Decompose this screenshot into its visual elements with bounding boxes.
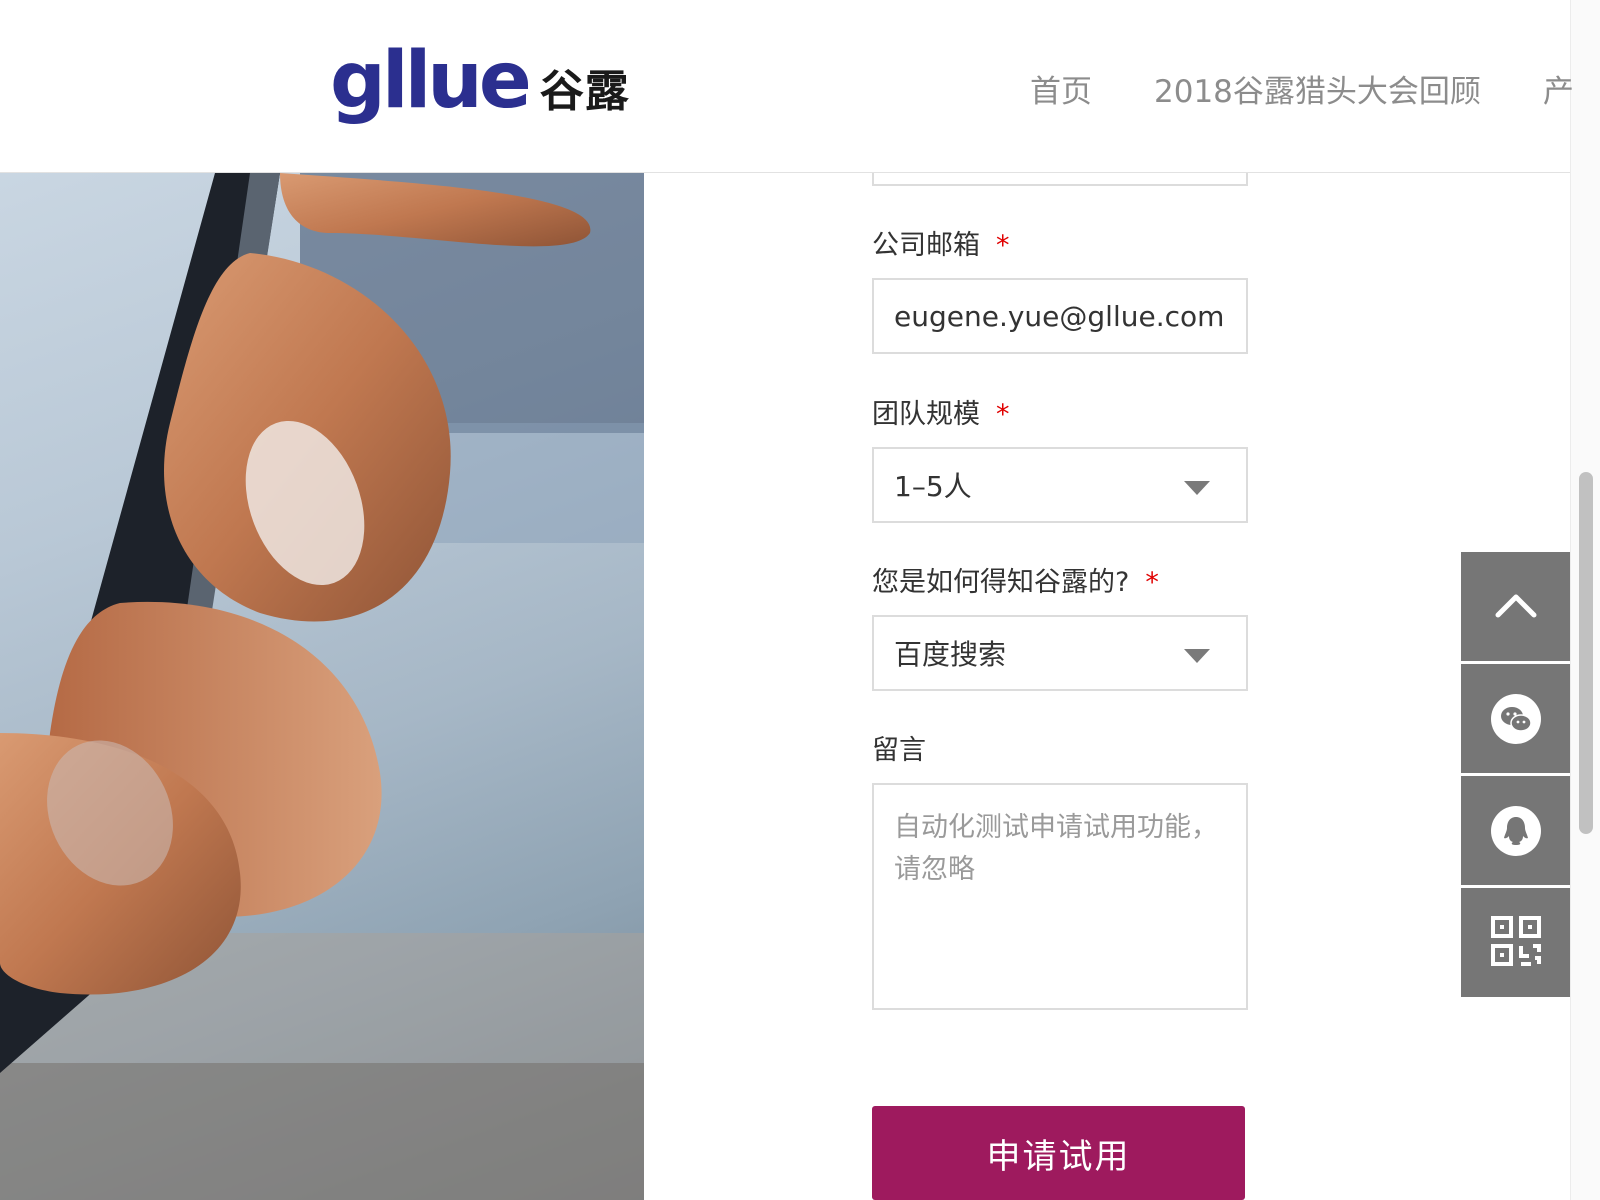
source-label: 您是如何得知谷露的? *: [872, 560, 1159, 599]
gllue-logo[interactable]: gllue 谷露: [330, 42, 630, 126]
email-field[interactable]: eugene.yue@gllue.com: [872, 278, 1248, 354]
page-scrollbar-thumb[interactable]: [1579, 472, 1593, 834]
hero-photo-hand-holding-phone: [0, 173, 644, 1200]
site-header: gllue 谷露 首页 2018谷露猎头大会回顾 产: [0, 0, 1574, 173]
caret-down-icon: [1184, 481, 1210, 495]
qq-icon: [1491, 805, 1541, 856]
apply-trial-label: 申请试用: [986, 1136, 1131, 1177]
hero-illustration: [0, 173, 644, 1200]
wechat-button[interactable]: [1461, 664, 1571, 773]
message-label-text: 留言: [872, 735, 926, 766]
email-label: 公司邮箱 *: [872, 223, 1010, 262]
team-size-select[interactable]: 1–5人: [872, 447, 1248, 523]
caret-down-icon: [1184, 649, 1210, 663]
apply-trial-button[interactable]: 申请试用: [872, 1106, 1245, 1200]
source-value: 百度搜索: [894, 638, 1007, 671]
email-value: eugene.yue@gllue.com: [894, 299, 1225, 333]
message-text: 自动化测试申请试用功能，请忽略: [894, 812, 1218, 885]
main-nav: 首页 2018谷露猎头大会回顾 产: [1030, 66, 1600, 111]
logo-wordmark: gllue: [330, 36, 532, 126]
required-asterisk: *: [996, 230, 1010, 261]
nav-item-home[interactable]: 首页: [1030, 66, 1092, 111]
required-asterisk: *: [996, 399, 1010, 430]
source-select[interactable]: 百度搜索: [872, 615, 1248, 691]
message-label: 留言: [872, 728, 926, 767]
back-to-top-button[interactable]: [1461, 552, 1571, 661]
team-size-value: 1–5人: [894, 470, 972, 503]
chevron-up-icon: [1494, 591, 1538, 623]
team-size-label: 团队规模 *: [872, 392, 1010, 431]
email-label-text: 公司邮箱: [872, 230, 980, 261]
page: gllue 谷露 首页 2018谷露猎头大会回顾 产 公司邮箱 * eugene…: [0, 0, 1600, 1200]
wechat-icon: [1491, 693, 1541, 744]
floating-toolbar: [1461, 552, 1571, 1000]
required-asterisk: *: [1145, 567, 1159, 598]
logo-chinese-name: 谷露: [539, 66, 630, 117]
source-label-text: 您是如何得知谷露的?: [872, 567, 1130, 598]
message-textarea[interactable]: 自动化测试申请试用功能，请忽略: [872, 783, 1248, 1010]
nav-item-2018-conference-review[interactable]: 2018谷露猎头大会回顾: [1154, 66, 1481, 111]
qr-code-icon: [1490, 915, 1542, 971]
qr-code-button[interactable]: [1461, 888, 1571, 997]
qq-button[interactable]: [1461, 776, 1571, 885]
team-size-label-text: 团队规模: [872, 399, 980, 430]
nav-item-products[interactable]: 产: [1543, 66, 1574, 111]
